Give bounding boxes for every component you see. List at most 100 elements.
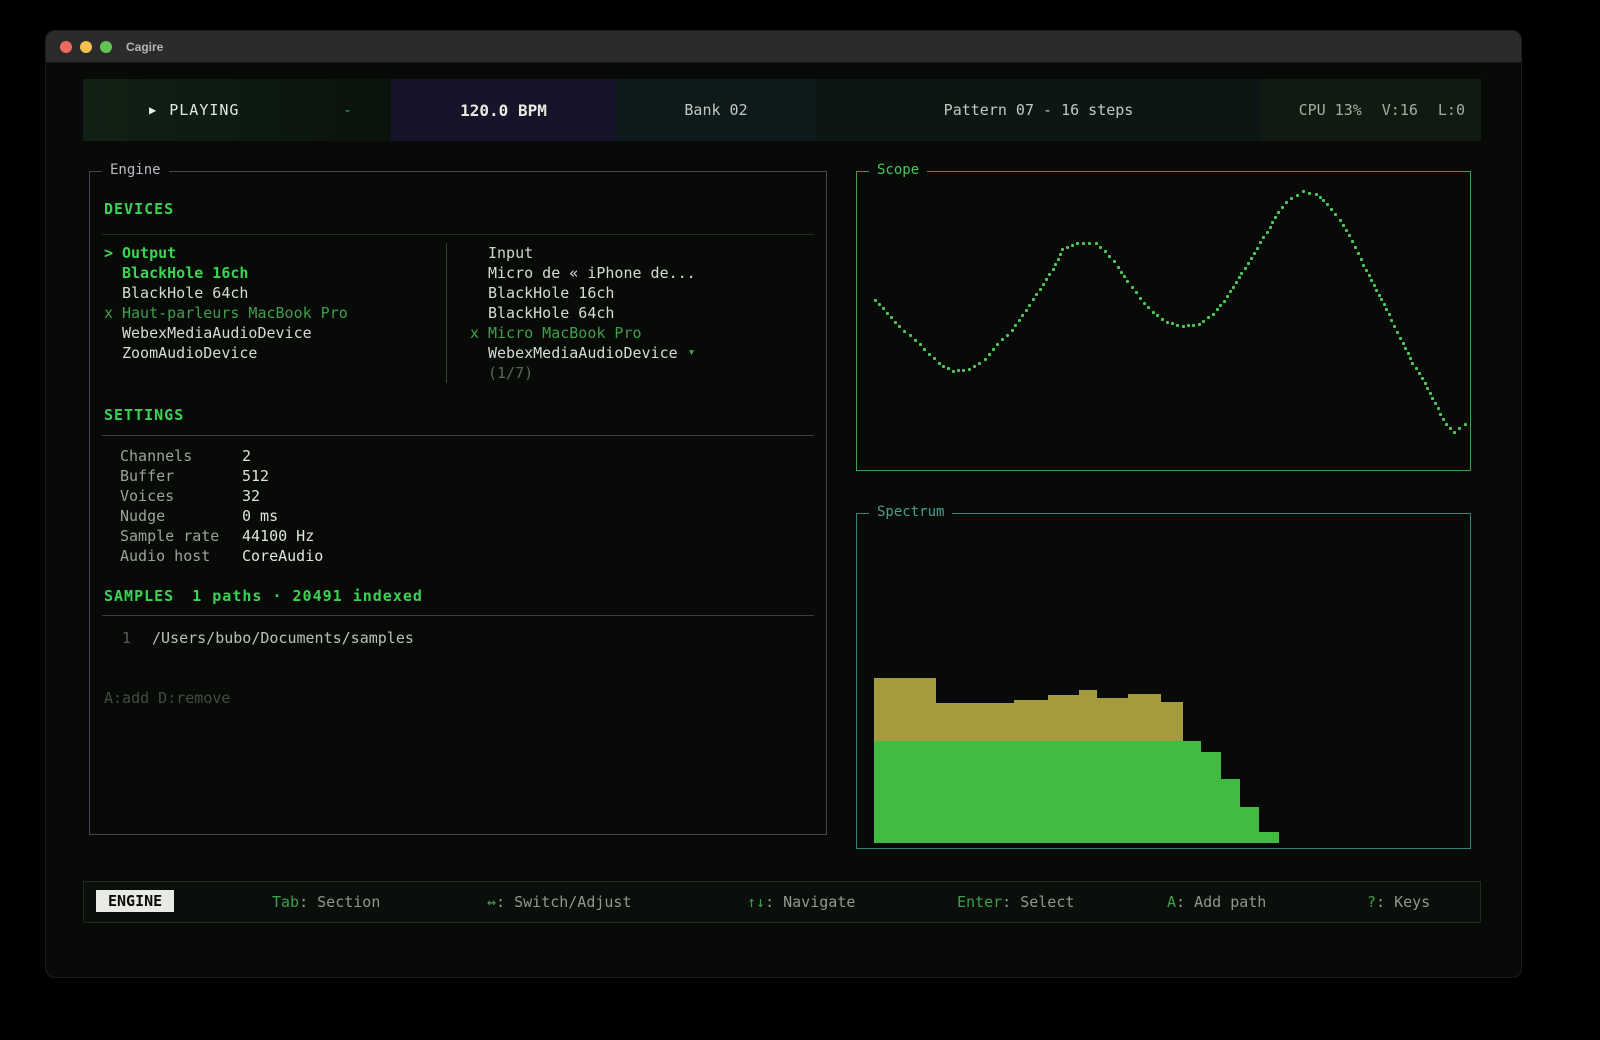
device-label: Output xyxy=(122,243,176,263)
scope-sample-dot xyxy=(1375,289,1378,292)
scope-sample-dot xyxy=(886,312,889,315)
scope-sample-dot xyxy=(988,353,991,356)
footer-key-hint: ?: Keys xyxy=(1367,893,1430,911)
scope-sample-dot xyxy=(1216,308,1219,311)
scope-sample-dot xyxy=(1319,196,1322,199)
bpm-segment[interactable]: 120.0 BPM xyxy=(391,79,616,141)
scope-sample-dot xyxy=(1202,320,1205,323)
bank-segment[interactable]: Bank 02 xyxy=(616,79,816,141)
pattern-segment[interactable]: Pattern 07 - 16 steps xyxy=(816,79,1261,141)
device-label: WebexMediaAudioDevice xyxy=(488,343,678,363)
device-row[interactable]: Micro de « iPhone de... xyxy=(470,263,810,283)
scope-sample-dot xyxy=(992,348,995,351)
device-row[interactable]: (1/7) xyxy=(470,363,810,383)
settings-table: Channels2Buffer512Voices32Nudge0 msSampl… xyxy=(90,446,826,566)
setting-label: Buffer xyxy=(120,466,174,486)
settings-row[interactable]: Sample rate44100 Hz xyxy=(90,526,826,546)
scope-sample-dot xyxy=(1326,203,1329,206)
scope-sample-dot xyxy=(1192,324,1195,327)
footer-key-hint: A: Add path xyxy=(1167,893,1266,911)
scope-sample-dot xyxy=(1269,226,1272,229)
footer-key: ↔ xyxy=(487,893,496,911)
settings-row[interactable]: Channels2 xyxy=(90,446,826,466)
footer-key: A xyxy=(1167,893,1176,911)
scope-sample-dot xyxy=(1048,273,1051,276)
scope-sample-dot xyxy=(1339,219,1342,222)
scope-sample-dot xyxy=(1229,290,1232,293)
device-label: Haut-parleurs MacBook Pro xyxy=(122,303,348,323)
spectrum-band-step xyxy=(1048,695,1079,741)
scope-sample-dot xyxy=(1342,224,1345,227)
divider xyxy=(102,435,814,436)
scope-sample-dot xyxy=(1240,272,1243,275)
scope-sample-dot xyxy=(1071,244,1074,247)
scope-sample-dot xyxy=(1001,338,1004,341)
scope-sample-dot xyxy=(957,369,960,372)
app-window: Cagire ▶ PLAYING - 120.0 BPM Bank 02 Pat… xyxy=(45,30,1522,978)
settings-row[interactable]: Nudge0 ms xyxy=(90,506,826,526)
scope-sample-dot xyxy=(1113,260,1116,263)
scope-sample-dot xyxy=(1362,264,1365,267)
device-row[interactable]: BlackHole 16ch xyxy=(470,283,810,303)
scope-waveform xyxy=(857,172,1470,470)
input-device-list: InputMicro de « iPhone de...BlackHole 16… xyxy=(470,243,810,383)
scope-sample-dot xyxy=(1442,418,1445,421)
device-row[interactable]: WebexMediaAudioDevice xyxy=(104,323,439,343)
output-device-list: >OutputBlackHole 16chBlackHole 64chxHaut… xyxy=(104,243,439,363)
mode-badge: ENGINE xyxy=(96,890,174,912)
sample-path-index: 1 xyxy=(122,628,131,648)
device-row[interactable]: BlackHole 64ch xyxy=(470,303,810,323)
scope-sample-dot xyxy=(1212,313,1215,316)
transport-segment[interactable]: ▶ PLAYING - xyxy=(83,79,391,141)
device-label: Input xyxy=(488,243,533,263)
scope-sample-dot xyxy=(890,316,893,319)
spectrum-band-step xyxy=(1014,700,1048,741)
settings-row[interactable]: Audio hostCoreAudio xyxy=(90,546,826,566)
device-row[interactable]: xMicro MacBook Pro xyxy=(470,323,810,343)
active-marker: x xyxy=(104,303,122,323)
scope-sample-dot xyxy=(894,321,897,324)
scope-sample-dot xyxy=(1235,281,1238,284)
scope-sample-dot xyxy=(1018,319,1021,322)
scope-sample-dot xyxy=(1407,352,1410,355)
marker-spacer xyxy=(470,343,488,363)
dropdown-indicator-icon: ▾ xyxy=(688,343,696,363)
scope-sample-dot xyxy=(1006,334,1009,337)
spectrum-band-step xyxy=(874,678,936,741)
scope-panel: Scope xyxy=(856,171,1471,471)
scope-sample-dot xyxy=(1045,278,1048,281)
engine-panel-label: Engine xyxy=(102,162,169,178)
scope-sample-dot xyxy=(1380,298,1383,301)
scope-sample-dot xyxy=(1066,246,1069,249)
minimize-button[interactable] xyxy=(80,41,92,53)
scope-sample-dot xyxy=(1108,255,1111,258)
footer-key-hint: Enter: Select xyxy=(957,893,1074,911)
titlebar[interactable]: Cagire xyxy=(46,31,1521,63)
device-row[interactable]: BlackHole 16ch xyxy=(104,263,439,283)
settings-row[interactable]: Buffer512 xyxy=(90,466,826,486)
device-row[interactable]: Input xyxy=(470,243,810,263)
scope-sample-dot xyxy=(1334,213,1337,216)
close-button[interactable] xyxy=(60,41,72,53)
voices-value: V:16 xyxy=(1382,101,1418,119)
device-row[interactable]: >Output xyxy=(104,243,439,263)
scope-sample-dot xyxy=(1458,427,1461,430)
device-row[interactable]: BlackHole 64ch xyxy=(104,283,439,303)
device-label: Micro MacBook Pro xyxy=(488,323,642,343)
scope-sample-dot xyxy=(1025,309,1028,312)
device-row[interactable]: ZoomAudioDevice xyxy=(104,343,439,363)
scope-sample-dot xyxy=(1315,193,1318,196)
device-label: BlackHole 16ch xyxy=(122,263,248,283)
scope-sample-dot xyxy=(882,307,885,310)
cpu-value: CPU 13% xyxy=(1299,101,1362,119)
scope-sample-dot xyxy=(1453,431,1456,434)
device-row[interactable]: WebexMediaAudioDevice ▾ xyxy=(470,343,810,363)
settings-row[interactable]: Voices32 xyxy=(90,486,826,506)
maximize-button[interactable] xyxy=(100,41,112,53)
sample-path-value: /Users/bubo/Documents/samples xyxy=(152,628,414,648)
scope-sample-dot xyxy=(909,334,912,337)
sample-path-row[interactable]: 1/Users/bubo/Documents/samples xyxy=(90,628,826,648)
device-row[interactable]: xHaut-parleurs MacBook Pro xyxy=(104,303,439,323)
scope-sample-dot xyxy=(968,368,971,371)
status-bar: ▶ PLAYING - 120.0 BPM Bank 02 Pattern 07… xyxy=(83,79,1481,141)
